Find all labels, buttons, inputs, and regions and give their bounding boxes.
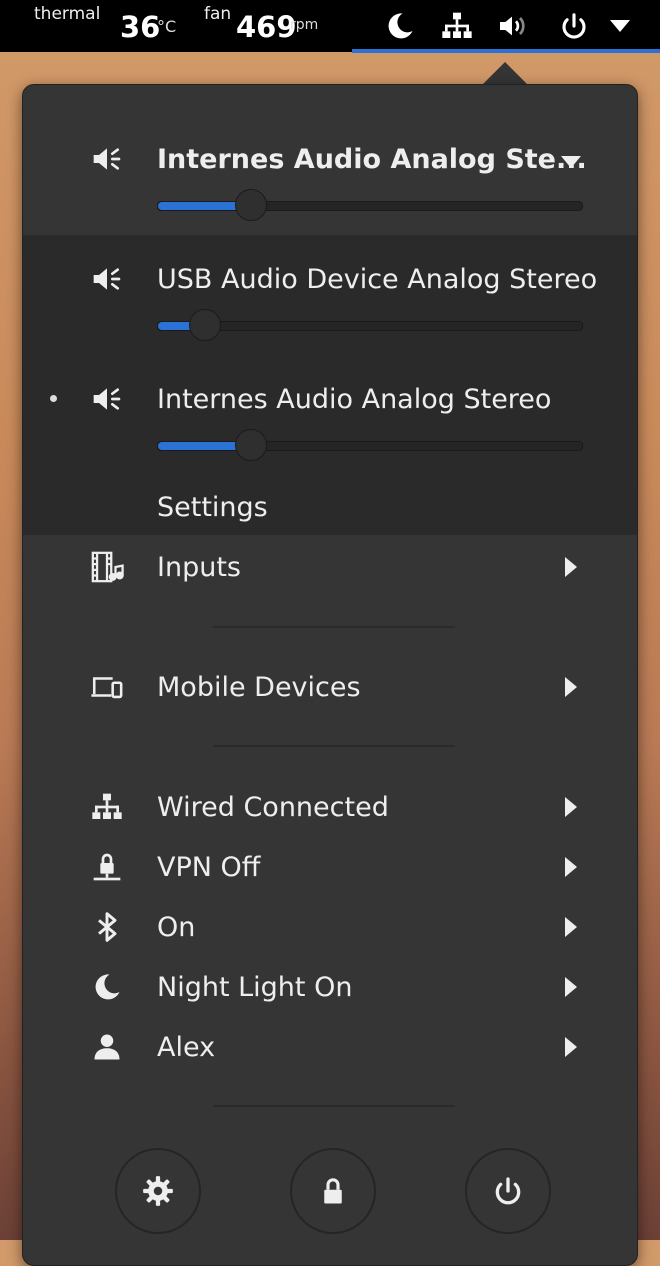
speaker-icon [89, 141, 125, 177]
thermal-label: thermal [34, 4, 101, 24]
output-device-usb[interactable]: USB Audio Device Analog Stereo [23, 257, 637, 301]
wired-label: Wired Connected [157, 791, 389, 823]
fan-unit: rpm [290, 17, 319, 33]
media-input-icon [89, 549, 125, 585]
chevron-right-icon [565, 857, 577, 877]
lock-button[interactable] [290, 1148, 376, 1234]
bluetooth-icon [89, 909, 125, 945]
active-indicator [352, 49, 660, 53]
wired-item[interactable]: Wired Connected [23, 785, 637, 829]
settings-label: Settings [157, 491, 268, 523]
network-wired-icon [89, 789, 125, 825]
dropdown-arrow-icon[interactable] [602, 8, 638, 44]
power-icon [495, 1177, 521, 1205]
fan-label: fan [204, 4, 232, 24]
usb-volume-slider[interactable] [157, 309, 583, 341]
power-off-button[interactable] [465, 1148, 551, 1234]
mobile-devices-item[interactable]: Mobile Devices [23, 665, 637, 709]
speaker-icon [89, 381, 125, 417]
fan-value: 469 [236, 10, 297, 44]
vpn-item[interactable]: VPN Off [23, 845, 637, 889]
device-label: Internes Audio Analog Stereo [157, 383, 552, 415]
chevron-right-icon [565, 557, 577, 577]
chevron-right-icon [565, 977, 577, 997]
speaker-icon [89, 261, 125, 297]
audio-output-submenu: USB Audio Device Analog Stereo Internes … [23, 235, 637, 535]
current-output-device: Internes Audio Analog Ste... [157, 143, 587, 175]
lock-icon [324, 1178, 342, 1204]
power-icon[interactable] [556, 8, 592, 44]
volume-icon[interactable] [494, 8, 530, 44]
bluetooth-item[interactable]: On [23, 905, 637, 949]
thermal-unit: °C [157, 17, 177, 36]
vpn-label: VPN Off [157, 851, 261, 883]
user-icon [89, 1029, 125, 1065]
inputs-item[interactable]: Inputs [23, 545, 637, 589]
separator [213, 745, 455, 747]
chevron-right-icon [565, 797, 577, 817]
night-light-item[interactable]: Night Light On [23, 965, 637, 1009]
popover-arrow [482, 62, 528, 85]
slider-knob[interactable] [235, 429, 267, 461]
device-label: USB Audio Device Analog Stereo [157, 263, 598, 295]
slider-knob[interactable] [189, 309, 221, 341]
output-device-internal[interactable]: Internes Audio Analog Stereo [23, 377, 637, 421]
user-item[interactable]: Alex [23, 1025, 637, 1069]
night-light-icon [89, 969, 125, 1005]
bluetooth-label: On [157, 911, 196, 943]
separator [213, 626, 455, 628]
audio-output-header[interactable]: Internes Audio Analog Ste... [23, 137, 637, 181]
network-wired-icon[interactable] [439, 8, 475, 44]
mobile-devices-label: Mobile Devices [157, 671, 361, 703]
thermal-value: 36 [120, 10, 161, 44]
system-menu: Internes Audio Analog Ste... USB Audio D… [22, 84, 638, 1266]
active-device-dot [50, 395, 57, 402]
slider-knob[interactable] [235, 189, 267, 221]
sound-settings-item[interactable]: Settings [23, 485, 637, 529]
inputs-label: Inputs [157, 551, 241, 583]
internal-volume-slider[interactable] [157, 429, 583, 461]
top-bar: thermal 36 °C fan 469 rpm [0, 0, 660, 53]
devices-icon [89, 669, 125, 705]
night-light-label: Night Light On [157, 971, 353, 1003]
vpn-icon [89, 849, 125, 885]
user-label: Alex [157, 1031, 216, 1063]
settings-icon [143, 1176, 173, 1206]
master-volume-slider[interactable] [157, 189, 583, 221]
chevron-right-icon [565, 917, 577, 937]
settings-button[interactable] [115, 1148, 201, 1234]
chevron-down-icon[interactable] [561, 153, 581, 172]
separator [213, 1105, 455, 1107]
night-light-icon[interactable] [382, 8, 418, 44]
chevron-right-icon [565, 1037, 577, 1057]
chevron-right-icon [565, 677, 577, 697]
